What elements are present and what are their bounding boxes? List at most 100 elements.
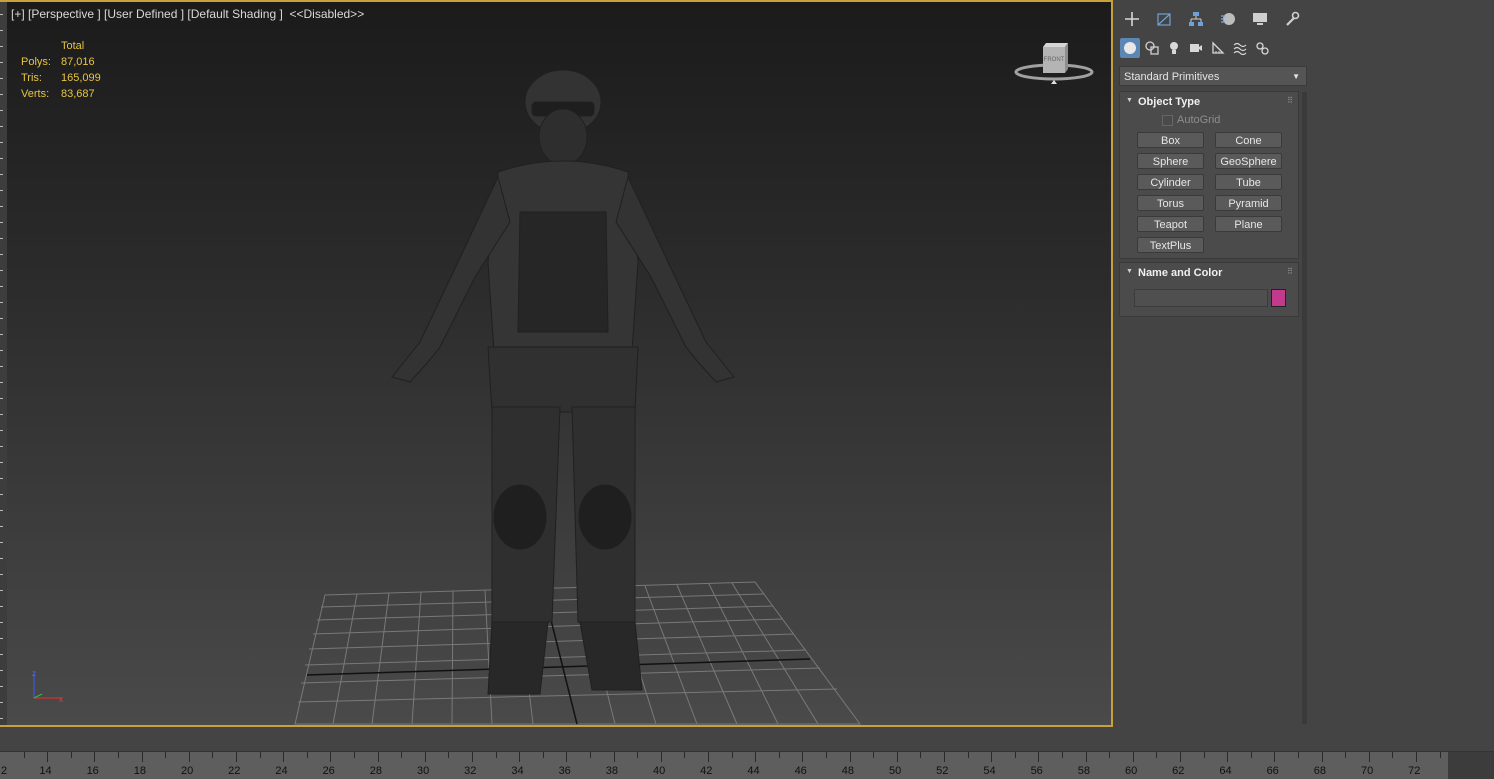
textplus-button[interactable]: TextPlus bbox=[1137, 237, 1204, 253]
ruler-tick bbox=[0, 62, 3, 63]
timeline-frame-label: 56 bbox=[1030, 765, 1043, 777]
cone-button[interactable]: Cone bbox=[1215, 132, 1282, 148]
timeline-ruler[interactable]: 2 14 16 18 20 22 24 26 28 30 32 34 36 38 40 42 44 46 48 50 5… bbox=[0, 751, 1494, 779]
teapot-button[interactable]: Teapot bbox=[1137, 216, 1204, 232]
viewcube[interactable]: FRONT bbox=[1013, 39, 1095, 87]
drag-grip-icon[interactable]: ⠿ bbox=[1287, 96, 1293, 105]
timeline-tick bbox=[235, 752, 237, 762]
character-model[interactable] bbox=[380, 62, 760, 702]
timeline-tick bbox=[849, 752, 851, 762]
timeline-tick bbox=[1415, 752, 1417, 762]
geosphere-button[interactable]: GeoSphere bbox=[1215, 153, 1282, 169]
timeline-tick bbox=[896, 752, 898, 762]
collapse-triangle-icon[interactable]: ▼ bbox=[1126, 268, 1133, 275]
timeline-frame-label: 52 bbox=[936, 765, 949, 777]
scene-statistics: Total Polys: 87,016 Tris: 165,099 Verts: 83… bbox=[21, 38, 101, 102]
shapes-icon[interactable] bbox=[1142, 38, 1162, 58]
hierarchy-icon[interactable] bbox=[1185, 8, 1207, 30]
ruler-tick bbox=[0, 526, 3, 527]
timeline-frame-label: 28 bbox=[369, 765, 383, 777]
timeline-tick bbox=[1345, 752, 1347, 758]
timeline-frame-label: 70 bbox=[1360, 765, 1374, 777]
timeline-tick bbox=[1297, 752, 1299, 758]
timeline-tick bbox=[707, 752, 709, 762]
viewport-label-menu[interactable]: [+] [Perspective ] [User Defined ] [Defa… bbox=[11, 7, 364, 21]
stats-value: 83,687 bbox=[61, 88, 95, 100]
axis-tripod-icon: z x bbox=[32, 669, 63, 704]
ruler-tick bbox=[0, 510, 3, 511]
object-name-input[interactable] bbox=[1134, 289, 1268, 307]
stats-value: 87,016 bbox=[61, 56, 95, 68]
timeline-tick bbox=[825, 752, 827, 758]
ruler-tick bbox=[0, 110, 3, 111]
timeline-tick bbox=[519, 752, 521, 762]
pyramid-button[interactable]: Pyramid bbox=[1215, 195, 1282, 211]
timeline-frame-label: 20 bbox=[180, 765, 194, 777]
object-category-dropdown[interactable]: Standard Primitives ▼ bbox=[1119, 66, 1307, 86]
timeline-tick bbox=[1085, 752, 1087, 762]
ruler-tick bbox=[0, 606, 3, 607]
create-plus-icon[interactable] bbox=[1121, 8, 1143, 30]
timeline-tick bbox=[1392, 752, 1394, 758]
lights-icon[interactable] bbox=[1164, 38, 1184, 58]
stats-key: Tris: bbox=[21, 72, 42, 84]
ruler-tick bbox=[0, 286, 3, 287]
timeline-frame-label: 58 bbox=[1077, 765, 1091, 777]
sphere-button[interactable]: Sphere bbox=[1137, 153, 1204, 169]
cameras-icon[interactable] bbox=[1186, 38, 1206, 58]
chevron-down-icon: ▼ bbox=[1292, 72, 1300, 81]
timeline-tick bbox=[70, 752, 72, 758]
autogrid-label: AutoGrid bbox=[1177, 114, 1221, 126]
helpers-icon[interactable] bbox=[1208, 38, 1228, 58]
motion-icon[interactable] bbox=[1217, 8, 1239, 30]
ruler-tick bbox=[0, 174, 3, 175]
timeline-tick bbox=[1227, 752, 1229, 762]
panel-scrollbar[interactable] bbox=[1302, 92, 1307, 724]
timeline-tick bbox=[212, 752, 214, 758]
collapse-triangle-icon[interactable]: ▼ bbox=[1126, 97, 1133, 104]
ruler-tick bbox=[0, 46, 3, 47]
timeline-tick bbox=[1274, 752, 1276, 762]
timeline-frame-label: 72 bbox=[1408, 765, 1421, 777]
rollout-title[interactable]: Object Type bbox=[1138, 96, 1200, 108]
geometry-sphere-icon[interactable] bbox=[1120, 38, 1140, 58]
drag-grip-icon[interactable]: ⠿ bbox=[1287, 267, 1293, 276]
box-button[interactable]: Box bbox=[1137, 132, 1204, 148]
modify-icon[interactable] bbox=[1153, 8, 1175, 30]
utilities-wrench-icon[interactable] bbox=[1281, 8, 1303, 30]
timeline-tick bbox=[377, 752, 379, 762]
timeline-tick bbox=[448, 752, 450, 758]
timeline-tick bbox=[1439, 752, 1441, 758]
display-icon[interactable] bbox=[1249, 8, 1271, 30]
timeline-tick bbox=[259, 752, 261, 758]
ruler-tick bbox=[0, 446, 3, 447]
ruler-tick bbox=[0, 206, 3, 207]
ruler-tick bbox=[0, 350, 3, 351]
timeline-tick bbox=[94, 752, 96, 762]
timeline-tick bbox=[1368, 752, 1370, 762]
ruler-tick bbox=[0, 558, 3, 559]
object-color-swatch[interactable] bbox=[1271, 289, 1286, 307]
timeline-tick bbox=[424, 752, 426, 762]
ruler-tick bbox=[0, 622, 3, 623]
space-warps-icon[interactable] bbox=[1230, 38, 1250, 58]
timeline-tick bbox=[542, 752, 544, 758]
timeline-tick bbox=[1203, 752, 1205, 758]
timeline-frame-label: 60 bbox=[1124, 765, 1138, 777]
tube-button[interactable]: Tube bbox=[1215, 174, 1282, 190]
ruler-tick bbox=[0, 718, 3, 719]
rollout-title[interactable]: Name and Color bbox=[1138, 267, 1222, 279]
timeline-frame-label: 66 bbox=[1266, 765, 1279, 777]
timeline-end-block bbox=[1448, 752, 1494, 779]
plane-button[interactable]: Plane bbox=[1215, 216, 1282, 232]
timeline-frame-label: 18 bbox=[133, 765, 147, 777]
timeline-tick bbox=[1132, 752, 1134, 762]
checkbox-box bbox=[1162, 114, 1173, 126]
timeline-frame-label: 16 bbox=[86, 765, 99, 777]
cylinder-button[interactable]: Cylinder bbox=[1137, 174, 1204, 190]
autogrid-checkbox[interactable]: AutoGrid bbox=[1162, 114, 1220, 126]
torus-button[interactable]: Torus bbox=[1137, 195, 1204, 211]
timeline-tick bbox=[165, 752, 167, 758]
perspective-viewport[interactable]: [+] [Perspective ] [User Defined ] [Defa… bbox=[0, 0, 1113, 727]
systems-icon[interactable] bbox=[1252, 38, 1272, 58]
